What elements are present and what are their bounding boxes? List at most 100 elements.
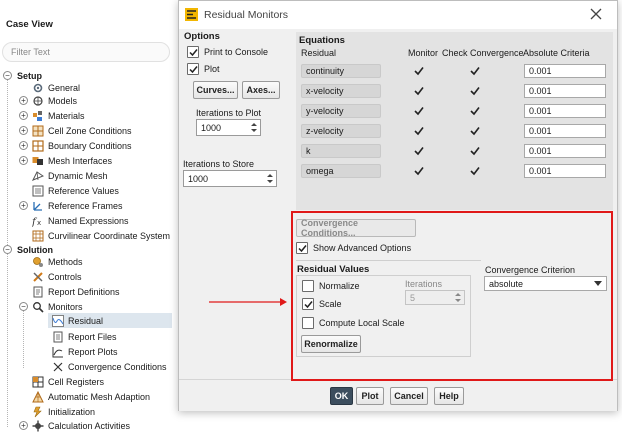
tree-guide-line [7,252,8,427]
iterations-to-plot-value: 1000 [201,122,222,133]
report-files-icon [52,331,64,343]
tree-item-automatic-mesh-adaption[interactable]: Automatic Mesh Adaption [32,389,150,404]
dialog-titlebar[interactable]: Residual Monitors [179,1,617,29]
tree-item-initialization[interactable]: Initialization [32,404,95,419]
check-convergence-checkbox[interactable] [470,86,480,96]
named-expressions-icon: fx [32,215,44,227]
tree-item-residual[interactable]: Residual [48,313,172,328]
absolute-criteria-input[interactable]: 0.001 [524,144,606,158]
spinner-arrows-icon[interactable] [250,122,258,133]
tree-item-named-expressions[interactable]: fx Named Expressions [32,213,129,228]
absolute-criteria-input[interactable]: 0.001 [524,164,606,178]
annotation-highlight-box [291,211,613,381]
tree-item-cell-registers[interactable]: Cell Registers [32,374,104,389]
tree-item-label: Cell Zone Conditions [48,125,132,136]
curves-button[interactable]: Curves... [193,81,238,99]
residual-icon [52,314,64,327]
dialog-title: Residual Monitors [204,9,289,21]
tree-item-methods[interactable]: Methods [32,254,83,269]
tree-item-curvilinear-coordinate-system[interactable]: Curvilinear Coordinate System [32,228,170,243]
spinner-arrows-icon[interactable] [266,173,274,184]
expand-models-icon[interactable]: + [19,96,28,105]
expand-boundary-icon[interactable]: + [19,141,28,150]
tree-item-reference-values[interactable]: Reference Values [32,183,119,198]
print-to-console-checkbox[interactable] [187,46,199,58]
check-convergence-checkbox[interactable] [470,66,480,76]
residual-name-cell: continuity [301,64,381,78]
tree-item-label: Calculation Activities [48,420,131,431]
absolute-criteria-input[interactable]: 0.001 [524,84,606,98]
check-convergence-checkbox[interactable] [470,106,480,116]
tree-setup-label: Setup [17,70,43,81]
cell-zone-icon [32,125,44,137]
plot-checkbox[interactable] [187,63,199,75]
tree-item-label: Report Definitions [48,286,120,297]
absolute-criteria-input[interactable]: 0.001 [524,64,606,78]
plot-label: Plot [204,64,220,74]
tree-item-label: Report Plots [68,346,118,357]
iterations-to-store-label: Iterations to Store [183,159,255,169]
collapse-monitors-icon[interactable]: − [19,302,28,311]
tree-item-report-plots[interactable]: Report Plots [52,344,118,359]
collapse-setup-icon[interactable]: − [3,71,12,80]
tree-item-materials[interactable]: Materials [32,108,85,123]
tree-item-reference-frames[interactable]: Reference Frames [32,198,123,213]
tree-item-label: Reference Frames [48,200,123,211]
mesh-interfaces-icon [32,155,44,167]
tree-item-label: Boundary Conditions [48,140,132,151]
tree-item-label: Methods [48,256,83,267]
plot-button[interactable]: Plot [356,387,384,405]
monitor-checkbox[interactable] [414,166,424,176]
monitor-checkbox[interactable] [414,146,424,156]
monitor-checkbox[interactable] [414,126,424,136]
expand-calculation-activities-icon[interactable]: + [19,421,28,430]
residual-name-cell: omega [301,164,381,178]
absolute-criteria-input[interactable]: 0.001 [524,104,606,118]
tree-item-convergence-conditions[interactable]: Convergence Conditions [52,359,167,374]
iterations-to-store-spinner[interactable]: 1000 [183,170,277,187]
tree-item-mesh-interfaces[interactable]: Mesh Interfaces [32,153,112,168]
check-convergence-checkbox[interactable] [470,146,480,156]
monitor-checkbox[interactable] [414,66,424,76]
residual-column-header: Residual [301,48,337,58]
expand-materials-icon[interactable]: + [19,111,28,120]
options-group-title: Options [184,31,220,42]
tree-item-report-files[interactable]: Report Files [52,329,117,344]
monitor-checkbox[interactable] [414,86,424,96]
tree-item-report-definitions[interactable]: Report Definitions [32,284,120,299]
tree-item-label: Report Files [68,331,117,342]
expand-reference-frames-icon[interactable]: + [19,201,28,210]
cancel-button[interactable]: Cancel [390,387,428,405]
tree-item-label: Models [48,95,78,106]
filter-input[interactable] [2,42,170,62]
check-convergence-column-header: Check Convergence [442,48,524,58]
tree-item-monitors[interactable]: Monitors [32,299,83,314]
expand-mesh-interfaces-icon[interactable]: + [19,156,28,165]
tree-item-controls[interactable]: Controls [32,269,82,284]
fluent-app-icon [185,8,198,21]
tree-item-calculation-activities[interactable]: Calculation Activities [32,418,130,433]
tree-item-cell-zone-conditions[interactable]: Cell Zone Conditions [32,123,132,138]
tree-item-label: Monitors [48,301,83,312]
tree-item-models[interactable]: Models [32,93,77,108]
tree-item-label: General [48,82,81,93]
axes-button[interactable]: Axes... [242,81,280,99]
monitor-checkbox[interactable] [414,106,424,116]
reference-frames-icon [32,200,44,212]
check-convergence-checkbox[interactable] [470,166,480,176]
help-button[interactable]: Help [434,387,464,405]
close-icon[interactable] [589,7,603,21]
check-convergence-checkbox[interactable] [470,126,480,136]
ok-button[interactable]: OK [330,387,353,405]
tree-item-dynamic-mesh[interactable]: Dynamic Mesh [32,168,108,183]
checkmark-icon [188,65,198,73]
collapse-solution-icon[interactable]: − [3,245,12,254]
iterations-to-store-value: 1000 [188,173,209,184]
absolute-criteria-input[interactable]: 0.001 [524,124,606,138]
residual-name-cell: z-velocity [301,124,381,138]
expand-cell-zone-icon[interactable]: + [19,126,28,135]
iterations-to-plot-spinner[interactable]: 1000 [196,119,261,136]
panel-title: Case View [6,19,53,30]
tree-item-label: Curvilinear Coordinate System [48,230,171,241]
tree-item-boundary-conditions[interactable]: Boundary Conditions [32,138,132,153]
